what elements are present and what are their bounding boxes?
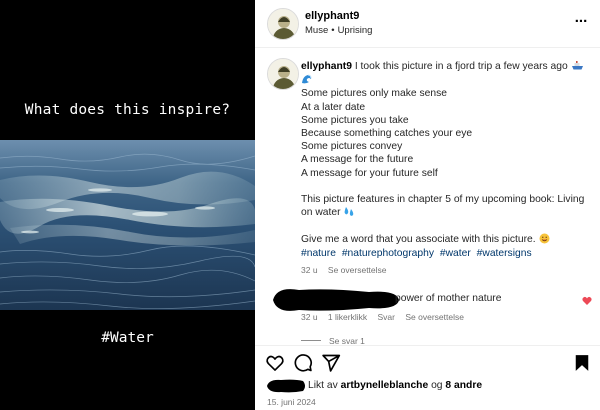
likes-middle: og bbox=[431, 380, 443, 391]
hashtag-link[interactable]: #water bbox=[440, 248, 471, 259]
comment-translate-link[interactable]: Se oversettelse bbox=[405, 312, 464, 322]
more-options-button[interactable]: ... bbox=[570, 10, 592, 30]
smile-icon bbox=[539, 233, 550, 244]
bookmark-icon[interactable] bbox=[572, 353, 592, 373]
ship-icon bbox=[571, 61, 583, 70]
caption-line: Some pictures convey bbox=[301, 141, 403, 153]
audio-track[interactable]: Muse • Uprising bbox=[305, 25, 372, 36]
comment-text: power of mother nature bbox=[395, 293, 502, 304]
caption-translate-link[interactable]: Se oversettelse bbox=[328, 265, 387, 275]
hashtag-link[interactable]: #naturephotography bbox=[342, 248, 434, 259]
comment-time[interactable]: 32 u bbox=[301, 312, 318, 322]
comment-like-heart-icon[interactable] bbox=[582, 296, 592, 306]
comment-reply-button[interactable]: Svar bbox=[378, 312, 395, 322]
hashtag-link[interactable]: #nature bbox=[301, 248, 336, 259]
likes-others[interactable]: 8 andre bbox=[445, 380, 482, 391]
hashtag-link[interactable]: #watersigns bbox=[477, 248, 532, 259]
audio-artist[interactable]: Muse bbox=[305, 25, 328, 36]
comment-icon[interactable] bbox=[293, 353, 313, 373]
share-icon[interactable] bbox=[321, 353, 341, 373]
likes-summary[interactable]: Likt av artbynelleblanche og 8 andre bbox=[308, 380, 482, 391]
caption-meta: 32 u Se oversettelse bbox=[301, 265, 395, 275]
comment-like-count[interactable]: 1 likerklikk bbox=[328, 312, 367, 322]
author-avatar[interactable] bbox=[267, 8, 299, 40]
post-date[interactable]: 15. juni 2024 bbox=[267, 397, 316, 407]
droplets-icon bbox=[344, 207, 354, 217]
media-bottom-text: #Water bbox=[101, 330, 154, 346]
redacted-liker-avatars[interactable] bbox=[265, 378, 307, 394]
caption-line: A message for your future self bbox=[301, 167, 438, 179]
caption-line: At a later date bbox=[301, 101, 366, 113]
post-media[interactable]: What does this inspire? #Water bbox=[0, 0, 255, 410]
caption-line: Some pictures only make sense bbox=[301, 88, 447, 100]
caption-username[interactable]: ellyphant9 bbox=[301, 61, 352, 72]
audio-title[interactable]: Uprising bbox=[338, 25, 373, 36]
hashtag-list: #nature #naturephotography #water #water… bbox=[301, 248, 535, 259]
comment-meta: 32 u 1 likerklikk Svar Se oversettelse bbox=[301, 312, 472, 322]
likes-prefix: Likt av bbox=[308, 380, 338, 391]
caption-line: A message for the future bbox=[301, 154, 414, 166]
action-bar bbox=[255, 345, 600, 375]
likes-user[interactable]: artbynelleblanche bbox=[341, 380, 429, 391]
caption-line: Because something catches your eye bbox=[301, 128, 473, 140]
water-photo bbox=[0, 140, 255, 310]
post-header: ellyphant9 Muse • Uprising ... bbox=[255, 0, 600, 48]
media-top-text: What does this inspire? bbox=[24, 102, 231, 118]
post-details-panel: ellyphant9 Muse • Uprising ... ellyphant9 … bbox=[255, 0, 600, 410]
wave-icon bbox=[302, 74, 312, 84]
caption-prompt-line: Give me a word that you associate with t… bbox=[301, 233, 536, 245]
post-caption: ellyphant9 I took this picture in a fjor… bbox=[301, 60, 593, 246]
author-username[interactable]: ellyphant9 bbox=[305, 10, 359, 22]
heart-icon[interactable] bbox=[265, 353, 285, 373]
caption-time[interactable]: 32 u bbox=[301, 265, 318, 275]
replies-divider bbox=[301, 340, 321, 341]
caption-first-line: I took this picture in a fjord trip a fe… bbox=[354, 61, 568, 72]
caption-line: Some pictures you take bbox=[301, 114, 409, 126]
caption-author-avatar[interactable] bbox=[267, 58, 299, 90]
audio-separator: • bbox=[331, 25, 335, 36]
